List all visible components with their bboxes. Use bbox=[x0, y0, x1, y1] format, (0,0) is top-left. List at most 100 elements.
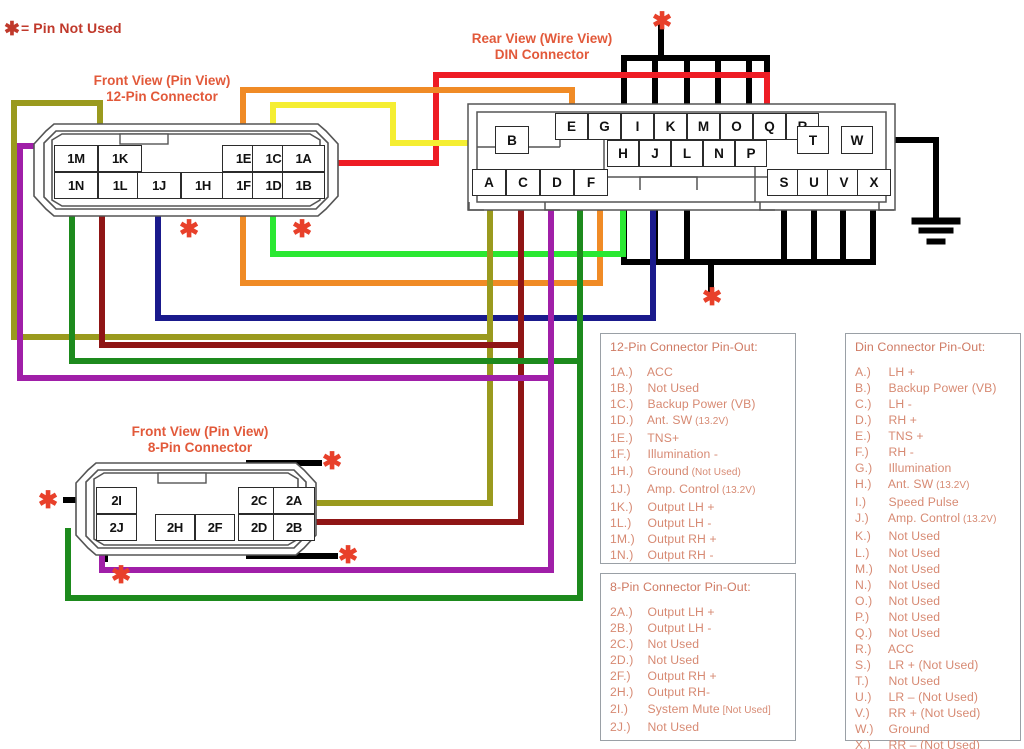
pin-cell-U[interactable]: U bbox=[797, 169, 831, 196]
pinout-row-value: Not Used bbox=[885, 625, 941, 640]
pinout-row-note: (13.2V) bbox=[719, 484, 756, 496]
pinout-row-key: M.) bbox=[855, 561, 873, 576]
pin-cell-T[interactable]: T bbox=[797, 126, 829, 154]
pinout-row-key: 1C.) bbox=[610, 397, 634, 412]
pin-label: E bbox=[566, 119, 576, 134]
title-8pin-connector: Front View (Pin View) 8-Pin Connector bbox=[110, 424, 290, 456]
pin-label: 2F bbox=[207, 520, 223, 535]
pinout-row-value: Not Used bbox=[644, 719, 700, 734]
pin-cell-1J[interactable]: 1J bbox=[137, 172, 181, 199]
pin-label: 2A bbox=[285, 493, 303, 508]
pin-cell-W[interactable]: W bbox=[841, 126, 873, 154]
panel-12pin-heading: 12-Pin Connector Pin-Out: bbox=[610, 340, 758, 354]
pin-cell-I[interactable]: I bbox=[621, 113, 654, 140]
pin-cell-V[interactable]: V bbox=[827, 169, 861, 196]
pin-label: Q bbox=[764, 119, 775, 134]
pinout-row: C.) LH - bbox=[855, 396, 1012, 412]
pin-cell-Q[interactable]: Q bbox=[753, 113, 786, 140]
pinout-row: 1B.) Not Used bbox=[610, 380, 787, 396]
pin-cell-2F[interactable]: 2F bbox=[195, 514, 235, 541]
pin-cell-1N[interactable]: 1N bbox=[54, 172, 98, 199]
pinout-row-value: RH + bbox=[885, 413, 917, 428]
pin-cell-1B[interactable]: 1B bbox=[282, 172, 325, 199]
pinout-row: 1J.) Amp. Control (13.2V) bbox=[610, 481, 787, 499]
pin-cell-H[interactable]: H bbox=[607, 140, 639, 167]
pin-cell-L[interactable]: L bbox=[671, 140, 703, 167]
pin-cell-1L[interactable]: 1L bbox=[98, 172, 142, 199]
pinout-row-value: Illumination bbox=[885, 461, 952, 476]
pinout-row-value: Ground bbox=[644, 463, 689, 478]
pin-cell-N[interactable]: N bbox=[703, 140, 735, 167]
pinout-row-value: Output LH + bbox=[644, 499, 715, 514]
asterisk-marker-2I: ✱ bbox=[38, 487, 59, 514]
pin-cell-B[interactable]: B bbox=[495, 126, 529, 154]
pin-cell-2A[interactable]: 2A bbox=[273, 487, 315, 514]
asterisk-icon: ✱ bbox=[4, 19, 21, 40]
asterisk-marker-din-bottom: ✱ bbox=[702, 284, 723, 311]
wire-black-din-top bbox=[621, 16, 770, 108]
pinout-row: B.) Backup Power (VB) bbox=[855, 380, 1012, 396]
pinout-row-key: H.) bbox=[855, 477, 872, 492]
pinout-row: 2H.) Output RH- bbox=[610, 684, 787, 700]
pin-cell-2H[interactable]: 2H bbox=[155, 514, 195, 541]
pinout-row-note: [Not Used] bbox=[719, 704, 771, 716]
pinout-row-value: Speed Pulse bbox=[885, 495, 959, 510]
pin-label: 1F bbox=[236, 178, 251, 193]
pinout-row-note: (13.2V) bbox=[692, 416, 729, 428]
pin-cell-G[interactable]: G bbox=[588, 113, 621, 140]
pinout-row-value: RR + (Not Used) bbox=[885, 705, 981, 720]
pin-cell-F[interactable]: F bbox=[574, 169, 608, 196]
pinout-row: 1K.) Output LH + bbox=[610, 499, 787, 515]
pinout-row-key: R.) bbox=[855, 641, 872, 656]
pin-label: G bbox=[599, 119, 610, 134]
pin-cell-M[interactable]: M bbox=[687, 113, 720, 140]
pinout-row-value: Not Used bbox=[885, 545, 941, 560]
pinout-row-value: TNS + bbox=[885, 429, 924, 444]
pin-cell-D[interactable]: D bbox=[540, 169, 574, 196]
pinout-row-value: Output RH + bbox=[644, 531, 717, 546]
pinout-row-key: C.) bbox=[855, 397, 872, 412]
pin-label: 1N bbox=[67, 178, 85, 193]
pin-label: 1C bbox=[265, 151, 282, 166]
pin-cell-1M[interactable]: 1M bbox=[54, 145, 98, 172]
pin-cell-P[interactable]: P bbox=[735, 140, 767, 167]
pin-cell-O[interactable]: O bbox=[720, 113, 753, 140]
pin-label: 1B bbox=[295, 178, 312, 193]
pinout-row-key: 2D.) bbox=[610, 653, 634, 668]
pinout-row-value: Output LH - bbox=[644, 621, 712, 636]
legend-key: ✱= Pin Not Used bbox=[4, 18, 122, 41]
pinout-row: 1C.) Backup Power (VB) bbox=[610, 396, 787, 412]
pin-label: 2B bbox=[285, 520, 303, 535]
pin-label: 2J bbox=[109, 520, 124, 535]
pin-cell-2I[interactable]: 2I bbox=[96, 487, 137, 514]
pinout-row: I.) Speed Pulse bbox=[855, 494, 1012, 510]
pin-cell-1H[interactable]: 1H bbox=[181, 172, 225, 199]
pinout-row-key: Q.) bbox=[855, 625, 873, 640]
pin-cell-K[interactable]: K bbox=[654, 113, 687, 140]
pinout-row: E.) TNS + bbox=[855, 428, 1012, 444]
pin-label: 1M bbox=[67, 151, 85, 166]
pin-cell-C[interactable]: C bbox=[506, 169, 540, 196]
pinout-row-key: 2A.) bbox=[610, 605, 633, 619]
pinout-row-key: N.) bbox=[855, 577, 872, 592]
pin-cell-2J[interactable]: 2J bbox=[96, 514, 137, 541]
pinout-row-value: LR – (Not Used) bbox=[885, 689, 979, 704]
pin-label: T bbox=[808, 132, 818, 148]
panel-din-list: A.) LH + B.) Backup Power (VB) C.) LH - D.)… bbox=[855, 364, 1012, 749]
pin-label: D bbox=[552, 175, 562, 190]
pinout-row-key: J.) bbox=[855, 511, 869, 526]
pin-cell-1K[interactable]: 1K bbox=[98, 145, 142, 172]
pin-cell-J[interactable]: J bbox=[639, 140, 671, 167]
pin-cell-A[interactable]: A bbox=[472, 169, 506, 196]
pinout-row: 2B.) Output LH - bbox=[610, 620, 787, 636]
title-8pin-line2: 8-Pin Connector bbox=[147, 440, 253, 455]
pin-cell-X[interactable]: X bbox=[857, 169, 891, 196]
title-12pin-connector: Front View (Pin View) 12-Pin Connector bbox=[72, 73, 252, 105]
pin-cell-2B[interactable]: 2B bbox=[273, 514, 315, 541]
pin-cell-S[interactable]: S bbox=[767, 169, 801, 196]
pin-label: L bbox=[682, 146, 692, 161]
pinout-row-key: 1F.) bbox=[610, 447, 631, 462]
pin-cell-1A[interactable]: 1A bbox=[282, 145, 325, 172]
pinout-row: R.) ACC bbox=[855, 641, 1012, 657]
pin-cell-E[interactable]: E bbox=[555, 113, 588, 140]
